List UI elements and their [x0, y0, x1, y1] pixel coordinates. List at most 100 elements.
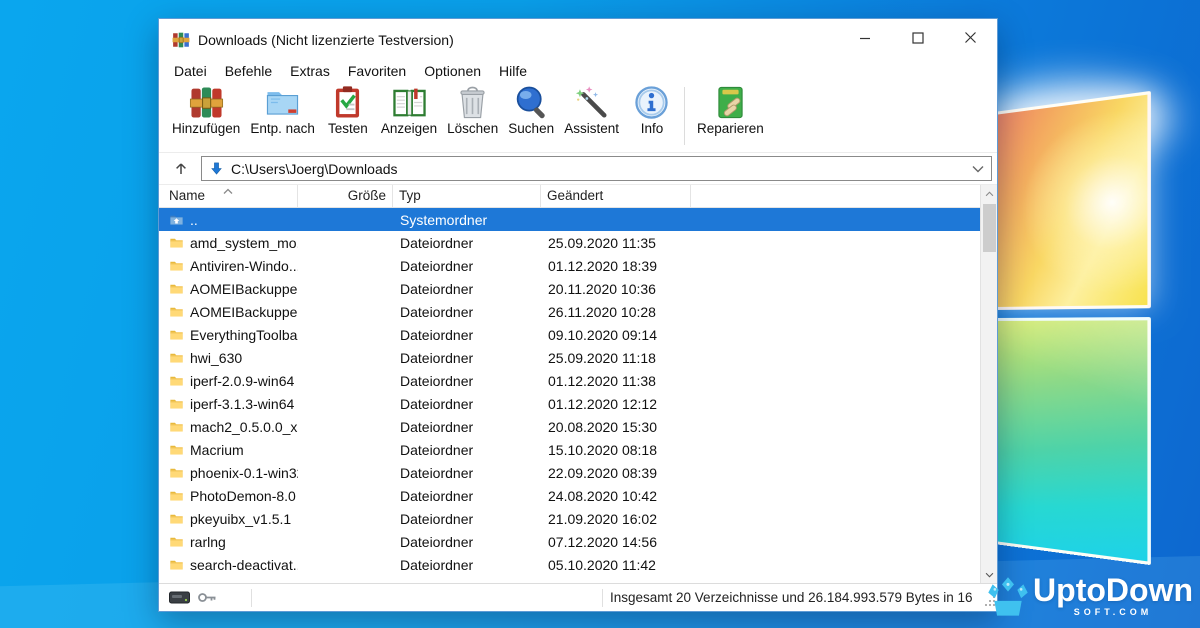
cell-modified: 20.08.2020 15:30 — [541, 419, 980, 435]
key-icon[interactable] — [197, 591, 217, 604]
vertical-scrollbar[interactable] — [980, 185, 997, 583]
cell-type: Dateiordner — [393, 488, 541, 504]
desktop: { "window": { "title": "Downloads (Nicht… — [0, 0, 1200, 628]
cell-type: Dateiordner — [393, 373, 541, 389]
menu-item-4[interactable]: Optionen — [415, 63, 490, 79]
file-row[interactable]: search-deactivat... Dateiordner 05.10.20… — [159, 553, 980, 576]
cell-modified: 01.12.2020 12:12 — [541, 396, 980, 412]
cell-modified: 07.12.2020 14:56 — [541, 534, 980, 550]
maximize-button[interactable] — [891, 19, 944, 61]
address-path: C:\Users\Joerg\Downloads — [231, 161, 972, 177]
close-icon — [964, 31, 977, 49]
file-row[interactable]: rarlng Dateiordner 07.12.2020 14:56 — [159, 530, 980, 553]
cell-modified: 24.08.2020 10:42 — [541, 488, 980, 504]
folder-icon — [169, 420, 184, 434]
toolbar-wizard-button[interactable]: Assistent — [559, 84, 624, 136]
repair-icon — [712, 84, 749, 121]
menu-item-0[interactable]: Datei — [165, 63, 216, 79]
cell-name: PhotoDemon-8.0 — [159, 488, 298, 504]
windows-logo — [994, 91, 1151, 565]
column-header-type[interactable]: Typ — [393, 185, 541, 207]
cell-modified: 26.11.2020 10:28 — [541, 304, 980, 320]
cell-name: search-deactivat... — [159, 557, 298, 573]
file-row[interactable]: EverythingToolba... Dateiordner 09.10.20… — [159, 323, 980, 346]
info-icon — [633, 84, 670, 121]
toolbar-delete-button[interactable]: Löschen — [442, 84, 503, 136]
folder-icon — [169, 443, 184, 457]
test-icon — [329, 84, 366, 121]
file-list-area: Name Größe Typ Geändert .. Systemordner … — [159, 185, 997, 583]
cell-modified: 21.09.2020 16:02 — [541, 511, 980, 527]
uptodown-crown-icon — [985, 576, 1033, 618]
toolbar-extract-to-button[interactable]: Entp. nach — [245, 84, 320, 136]
menu-item-1[interactable]: Befehle — [216, 63, 281, 79]
cell-modified: 09.10.2020 09:14 — [541, 327, 980, 343]
up-directory-button[interactable] — [168, 156, 194, 182]
cell-name: .. — [159, 212, 298, 228]
menu-item-5[interactable]: Hilfe — [490, 63, 536, 79]
file-row[interactable]: pkeyuibx_v1.5.1 Dateiordner 21.09.2020 1… — [159, 507, 980, 530]
cell-type: Dateiordner — [393, 327, 541, 343]
folder-up-icon — [169, 213, 184, 227]
address-bar: C:\Users\Joerg\Downloads — [159, 153, 997, 185]
address-combobox[interactable]: C:\Users\Joerg\Downloads — [201, 156, 992, 181]
toolbar-view-button[interactable]: Anzeigen — [376, 84, 442, 136]
drive-icon[interactable] — [169, 591, 190, 604]
cell-type: Dateiordner — [393, 442, 541, 458]
cell-modified: 25.09.2020 11:35 — [541, 235, 980, 251]
toolbar-add-archive-button[interactable]: Hinzufügen — [167, 84, 245, 136]
column-header-size[interactable]: Größe — [298, 185, 393, 207]
folder-icon — [169, 236, 184, 250]
extract-to-icon — [264, 84, 301, 121]
column-header-row: Name Größe Typ Geändert — [159, 185, 980, 208]
folder-icon — [169, 282, 184, 296]
file-row[interactable]: Macrium Dateiordner 15.10.2020 08:18 — [159, 438, 980, 461]
file-row[interactable]: mach2_0.5.0.0_x64 Dateiordner 20.08.2020… — [159, 415, 980, 438]
scrollbar-thumb[interactable] — [983, 204, 996, 252]
cell-type: Dateiordner — [393, 304, 541, 320]
cell-name: iperf-3.1.3-win64 — [159, 396, 298, 412]
menu-item-3[interactable]: Favoriten — [339, 63, 415, 79]
file-row[interactable]: PhotoDemon-8.0 Dateiordner 24.08.2020 10… — [159, 484, 980, 507]
minimize-button[interactable] — [838, 19, 891, 61]
search-icon — [513, 84, 550, 121]
toolbar-test-button[interactable]: Testen — [320, 84, 376, 136]
toolbar-search-button[interactable]: Suchen — [503, 84, 559, 136]
close-button[interactable] — [944, 19, 997, 61]
folder-icon — [169, 351, 184, 365]
file-row[interactable]: iperf-3.1.3-win64 Dateiordner 01.12.2020… — [159, 392, 980, 415]
cell-type: Dateiordner — [393, 281, 541, 297]
cell-name: pkeyuibx_v1.5.1 — [159, 511, 298, 527]
file-row[interactable]: amd_system_mo... Dateiordner 25.09.2020 … — [159, 231, 980, 254]
file-row[interactable]: phoenix-0.1-win32 Dateiordner 22.09.2020… — [159, 461, 980, 484]
folder-icon — [169, 328, 184, 342]
toolbar-info-button[interactable]: Info — [624, 84, 680, 136]
file-row[interactable]: AOMEIBackuppe... Dateiordner 20.11.2020 … — [159, 277, 980, 300]
cell-name: rarlng — [159, 534, 298, 550]
winrar-window: Downloads (Nicht lizenzierte Testversion… — [158, 18, 998, 612]
uptodown-watermark: UptoDown SOFT.COM — [985, 576, 1193, 618]
column-header-modified[interactable]: Geändert — [541, 185, 691, 207]
cell-modified: 15.10.2020 08:18 — [541, 442, 980, 458]
file-row[interactable]: .. Systemordner — [159, 208, 980, 231]
toolbar-separator — [684, 87, 685, 145]
status-middle-panel — [252, 584, 602, 611]
file-row[interactable]: hwi_630 Dateiordner 25.09.2020 11:18 — [159, 346, 980, 369]
titlebar[interactable]: Downloads (Nicht lizenzierte Testversion… — [159, 19, 997, 61]
uptodown-sub-text: SOFT.COM — [1033, 607, 1193, 617]
file-row[interactable]: iperf-2.0.9-win64 Dateiordner 01.12.2020… — [159, 369, 980, 392]
menu-item-2[interactable]: Extras — [281, 63, 339, 79]
chevron-down-icon[interactable] — [972, 165, 987, 173]
cell-name: AOMEIBackuppe... — [159, 281, 298, 297]
file-row[interactable]: Antiviren-Windo... Dateiordner 01.12.202… — [159, 254, 980, 277]
file-row[interactable]: AOMEIBackuppe... Dateiordner 26.11.2020 … — [159, 300, 980, 323]
delete-icon — [454, 84, 491, 121]
toolbar-repair-button[interactable]: Reparieren — [692, 84, 769, 136]
status-summary: Insgesamt 20 Verzeichnisse und 26.184.99… — [603, 590, 997, 605]
minimize-icon — [859, 31, 871, 49]
cell-name: phoenix-0.1-win32 — [159, 465, 298, 481]
scroll-up-icon[interactable] — [981, 185, 997, 202]
column-header-name[interactable]: Name — [159, 185, 298, 207]
maximize-icon — [912, 31, 924, 49]
cell-name: amd_system_mo... — [159, 235, 298, 251]
